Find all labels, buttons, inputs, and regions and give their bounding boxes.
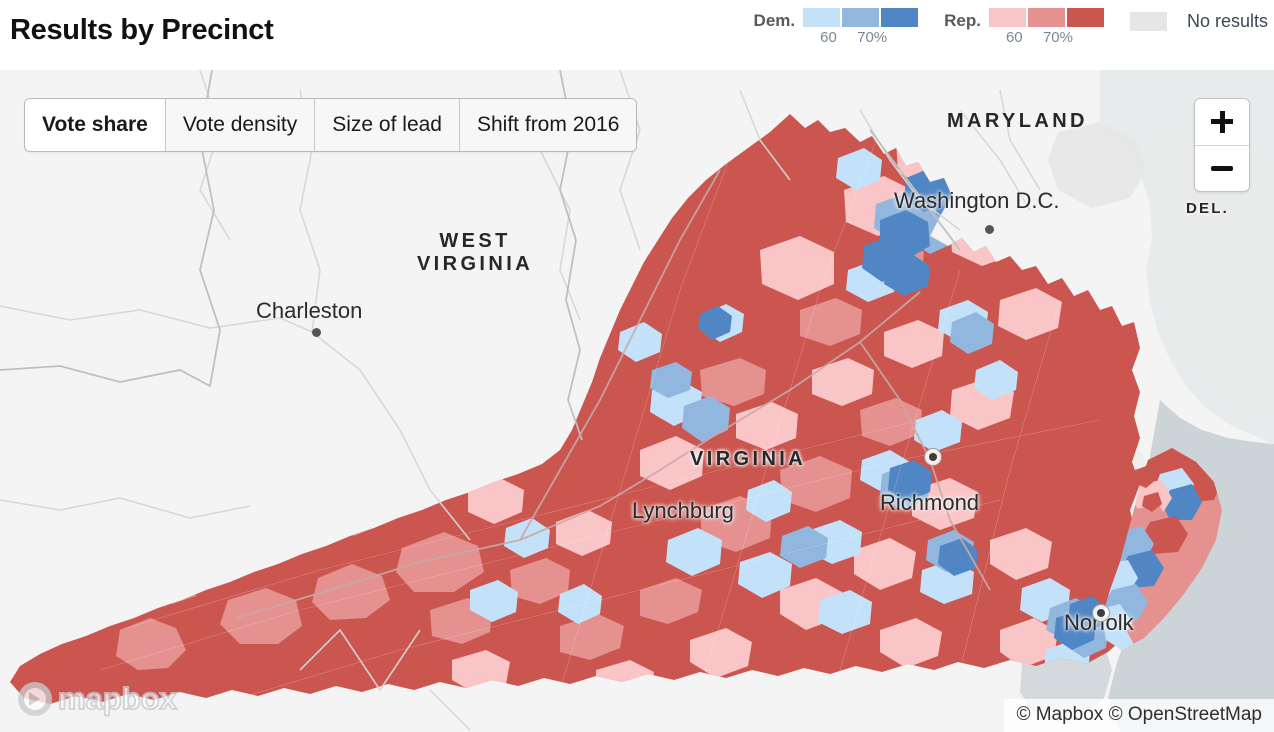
tab-vote-share[interactable]: Vote share: [25, 99, 166, 151]
map-attribution[interactable]: © Mapbox © OpenStreetMap: [1004, 699, 1274, 732]
page-title: Results by Precinct: [10, 14, 274, 46]
legend-swatch-no-results: [1129, 11, 1167, 31]
plus-icon: [1211, 111, 1233, 133]
legend-swatch-dem-dark: [881, 8, 919, 27]
precinct-map[interactable]: Vote share Vote density Size of lead Shi…: [0, 70, 1274, 732]
legend-tick-rep-60: 60: [1005, 29, 1023, 46]
map-view-tabs[interactable]: Vote share Vote density Size of lead Shi…: [24, 98, 638, 152]
legend-group-democratic: Dem. 60 70%: [754, 8, 919, 49]
zoom-in-button[interactable]: [1195, 99, 1249, 145]
legend-ticks-rep: 60 70%: [989, 29, 1102, 49]
legend-swatch-rep-mid: [1027, 8, 1065, 27]
zoom-out-button[interactable]: [1195, 145, 1249, 191]
map-canvas: [0, 70, 1274, 732]
tab-vote-density[interactable]: Vote density: [165, 99, 316, 151]
legend-swatch-rep-dark: [1066, 8, 1104, 27]
mapbox-mark-inner-icon: [24, 688, 46, 710]
page-header: Results by Precinct Dem. 60 70% Rep. 60 …: [0, 0, 1274, 70]
legend-swatch-rep-light: [988, 8, 1026, 27]
legend-scale-dem: 60 70%: [803, 8, 919, 49]
legend-swatch-dem-light: [803, 8, 841, 27]
map-zoom-controls[interactable]: [1194, 98, 1250, 192]
legend-label-no-results: No results: [1186, 11, 1268, 31]
results-by-precinct-page: Results by Precinct Dem. 60 70% Rep. 60 …: [0, 0, 1274, 732]
legend-tick-rep-70: 70%: [1042, 29, 1073, 46]
legend-swatches-rep: [988, 8, 1104, 27]
legend-scale-rep: 60 70%: [988, 8, 1104, 49]
legend-group-no-results: No results: [1129, 8, 1268, 32]
legend-tick-dem-70: 70%: [857, 29, 888, 46]
legend-tick-dem-60: 60: [820, 29, 837, 46]
mapbox-mark-icon: [18, 682, 52, 716]
tab-shift-from-2016[interactable]: Shift from 2016: [460, 99, 637, 151]
legend-ticks-dem: 60 70%: [803, 29, 916, 49]
mapbox-logo[interactable]: mapbox: [18, 681, 178, 717]
legend-label-rep: Rep.: [944, 11, 981, 30]
mapbox-logo-text: mapbox: [57, 681, 178, 717]
minus-icon: [1211, 158, 1233, 180]
map-legend: Dem. 60 70% Rep. 60 70% No results: [754, 8, 1268, 56]
legend-group-republican: Rep. 60 70%: [944, 8, 1104, 49]
legend-swatches-dem: [803, 8, 919, 27]
tab-size-of-lead[interactable]: Size of lead: [315, 99, 460, 151]
legend-label-dem: Dem.: [753, 11, 796, 30]
legend-swatch-dem-mid: [842, 8, 880, 27]
